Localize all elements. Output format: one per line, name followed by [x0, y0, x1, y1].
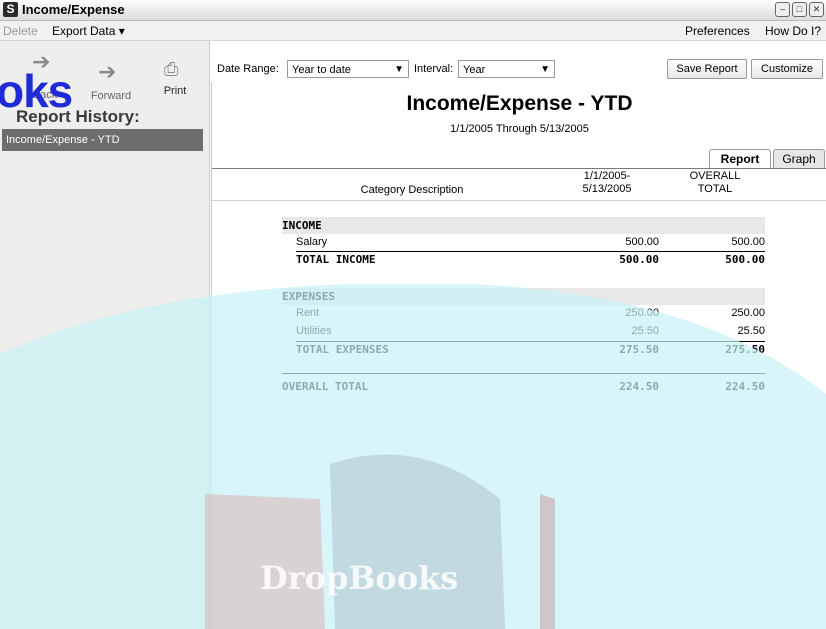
row-period-value: 275.50 [619, 343, 659, 356]
row-label: Rent [296, 307, 320, 319]
row-label: Salary [296, 236, 328, 248]
forward-arrow-icon: ➔ [98, 59, 117, 84]
back-label: Back [32, 89, 58, 101]
overall-total-row: OVERALL TOTAL 224.50 224.50 [282, 373, 765, 395]
section-header-expenses: EXPENSES [282, 288, 765, 305]
row-overall-value: 500.00 [731, 236, 765, 248]
header-divider [212, 168, 826, 169]
customize-button[interactable]: Customize [751, 59, 823, 79]
column-overall-line1: OVERALL [689, 170, 741, 182]
sidebar: ➔ Back ➔ Forward ⎙ Print Report History:… [0, 41, 210, 629]
save-report-button[interactable]: Save Report [667, 59, 747, 79]
row-period-value: 250.00 [625, 307, 659, 319]
row-overall-value: 224.50 [725, 380, 765, 393]
row-overall-value: 250.00 [731, 307, 765, 319]
window-title: Income/Expense [22, 2, 125, 17]
row-period-value: 25.50 [631, 325, 659, 337]
row-label: TOTAL INCOME [296, 253, 376, 266]
section-label: INCOME [282, 219, 322, 232]
table-row: Salary 500.00 500.00 [282, 234, 765, 251]
back-button[interactable]: ➔ Back [20, 49, 70, 101]
section-header-income: INCOME [282, 217, 765, 234]
column-overall-line2: TOTAL [697, 183, 733, 195]
forward-button[interactable]: ➔ Forward [86, 59, 136, 102]
date-range-label: Date Range: [217, 63, 279, 75]
chevron-down-icon: ▾ [118, 24, 125, 38]
column-category: Category Description [360, 184, 464, 196]
close-icon[interactable]: ✕ [809, 2, 824, 17]
tab-report[interactable]: Report [709, 149, 771, 168]
report-panel: Income/Expense - YTD 1/1/2005 Through 5/… [211, 82, 826, 629]
window-controls: – □ ✕ [775, 2, 824, 17]
row-label: Utilities [296, 325, 332, 337]
preferences-menu[interactable]: Preferences [685, 24, 750, 38]
row-label: TOTAL EXPENSES [296, 343, 389, 356]
total-income-row: TOTAL INCOME 500.00 500.00 [282, 251, 765, 268]
report-controls: Date Range: Year to date ▼ Interval: Yea… [211, 41, 826, 81]
interval-select[interactable]: Year ▼ [458, 60, 555, 78]
row-overall-value: 25.50 [737, 325, 765, 337]
row-overall-value: 500.00 [725, 253, 765, 266]
minimize-icon[interactable]: – [775, 2, 790, 17]
report-title: Income/Expense - YTD [406, 92, 633, 115]
report-subtitle: 1/1/2005 Through 5/13/2005 [450, 123, 589, 135]
row-label: OVERALL TOTAL [282, 380, 369, 393]
chevron-down-icon: ▼ [540, 64, 550, 75]
chevron-down-icon: ▼ [394, 64, 404, 75]
row-period-value: 500.00 [625, 236, 659, 248]
export-data-menu[interactable]: Export Data ▾ [52, 24, 125, 38]
history-item[interactable]: Income/Expense - YTD [2, 129, 203, 151]
printer-icon: ⎙ [164, 59, 179, 79]
how-do-i-menu[interactable]: How Do I? [765, 24, 821, 38]
row-overall-value: 275.50 [725, 343, 765, 356]
app-logo-icon: S [3, 2, 18, 17]
tab-graph[interactable]: Graph [773, 149, 825, 168]
delete-menu[interactable]: Delete [3, 24, 38, 38]
restore-icon[interactable]: □ [792, 2, 807, 17]
interval-value: Year [463, 64, 486, 76]
total-expenses-row: TOTAL EXPENSES 275.50 275.50 [282, 341, 765, 358]
report-history-title: Report History: [16, 107, 140, 126]
export-data-label: Export Data [52, 24, 116, 38]
print-label: Print [163, 85, 187, 97]
section-label: EXPENSES [282, 290, 335, 303]
print-button[interactable]: ⎙ Print [150, 59, 200, 101]
column-period-line1: 1/1/2005- [583, 170, 631, 182]
interval-label: Interval: [414, 63, 454, 75]
menu-bar: Delete Export Data ▾ Preferences How Do … [0, 21, 826, 41]
forward-label: Forward [90, 90, 132, 102]
date-range-value: Year to date [292, 64, 351, 76]
column-period-line2: 5/13/2005 [582, 183, 632, 195]
table-row: Rent 250.00 250.00 [282, 305, 765, 322]
header-bottom-line [212, 200, 826, 201]
row-period-value: 500.00 [619, 253, 659, 266]
table-row: Utilities 25.50 25.50 [282, 323, 765, 340]
row-period-value: 224.50 [619, 380, 659, 393]
back-arrow-icon: ➔ [32, 49, 51, 74]
title-bar: S Income/Expense – □ ✕ [0, 0, 826, 21]
date-range-select[interactable]: Year to date ▼ [287, 60, 409, 78]
